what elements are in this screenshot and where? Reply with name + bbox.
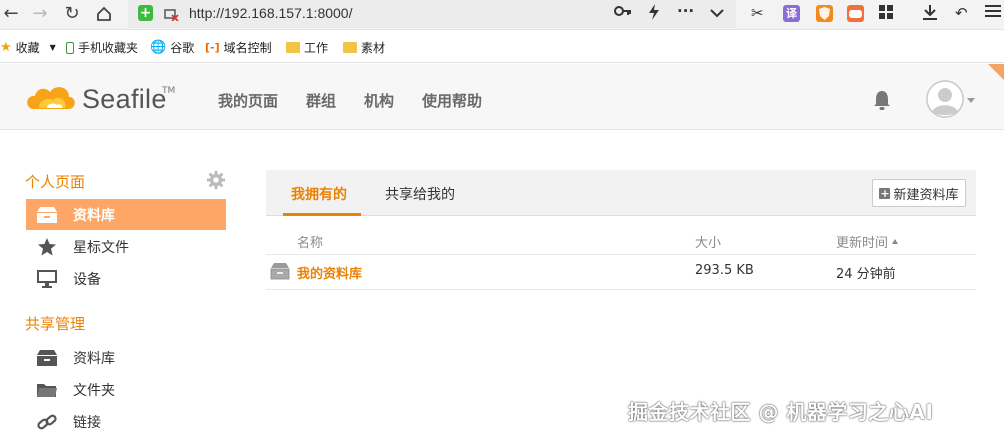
nav-my-page[interactable]: 我的页面: [218, 90, 278, 111]
bookmark-favorites[interactable]: ★ 收藏 ▼: [0, 39, 56, 56]
avatar-dropdown-icon[interactable]: [967, 98, 975, 103]
column-header-name[interactable]: 名称: [297, 232, 323, 251]
library-icon: [35, 348, 59, 368]
globe-icon: 🌐: [150, 40, 167, 55]
sidebar-item-devices[interactable]: 设备: [26, 263, 226, 294]
app-header: Seafile TM 我的页面 群组 机构 使用帮助: [0, 64, 1004, 130]
sidebar-item-starred[interactable]: 星标文件: [26, 231, 226, 262]
bookmark-google[interactable]: 🌐 谷歌: [150, 39, 194, 56]
bookmark-assets[interactable]: 素材: [343, 39, 385, 56]
sidebar-item-shared-folders[interactable]: 文件夹: [26, 374, 226, 405]
logo-trademark: TM: [162, 86, 176, 96]
bookmark-mobile[interactable]: 手机收藏夹: [66, 39, 138, 56]
key-icon[interactable]: [614, 4, 632, 22]
undo-icon[interactable]: ↶: [955, 4, 968, 22]
library-updated-time: 24 分钟前: [836, 267, 896, 282]
library-size: 293.5 KB: [695, 263, 754, 278]
sidebar-item-shared-libraries[interactable]: 资料库: [26, 342, 226, 373]
gamepad-extension-icon[interactable]: [847, 5, 864, 22]
library-icon: [270, 263, 290, 280]
folder-icon: [343, 42, 357, 53]
download-icon[interactable]: [922, 4, 938, 24]
star-icon: [35, 237, 59, 257]
plus-icon: +: [879, 186, 891, 200]
security-shield-icon[interactable]: +: [138, 5, 153, 21]
star-icon: ★: [0, 40, 12, 55]
gear-icon[interactable]: [207, 171, 225, 189]
column-header-size[interactable]: 大小: [695, 232, 721, 251]
corner-badge: [988, 64, 1004, 80]
bell-icon[interactable]: [872, 89, 892, 111]
avatar[interactable]: [926, 80, 964, 118]
folder-icon: [286, 42, 300, 53]
table-divider: [266, 254, 976, 255]
lightning-icon[interactable]: [648, 4, 660, 24]
scissors-icon[interactable]: ✂: [751, 4, 764, 22]
insecure-site-icon[interactable]: [163, 6, 179, 22]
dropdown-arrow-icon: ▼: [49, 43, 56, 52]
url-text[interactable]: http://192.168.157.1:8000/: [189, 5, 352, 21]
chevron-down-icon[interactable]: [710, 4, 724, 22]
nav-help[interactable]: 使用帮助: [422, 90, 482, 111]
logo-text: Seafile: [82, 84, 167, 114]
bookmark-work[interactable]: 工作: [286, 39, 328, 56]
watermark-text: 掘金技术社区 @ 机器学习之心AI: [628, 400, 934, 424]
column-header-updated[interactable]: 更新时间: [836, 232, 899, 251]
bookmark-domain[interactable]: [-] 域名控制: [205, 39, 272, 56]
browser-toolbar: ← → ↻ + http://192.168.157.1:8000/ ··· ✂…: [0, 0, 1004, 30]
active-tab-indicator: [283, 213, 361, 216]
personal-heading: 个人页面: [25, 173, 86, 191]
sidebar-item-libraries[interactable]: 资料库: [26, 199, 226, 230]
reload-icon[interactable]: ↻: [61, 3, 83, 25]
monitor-icon: [35, 269, 59, 289]
link-icon: [35, 412, 59, 432]
new-library-button[interactable]: + 新建资料库: [872, 179, 966, 207]
shield-extension-icon[interactable]: [816, 5, 833, 22]
library-icon: [35, 205, 59, 225]
home-icon[interactable]: [93, 3, 115, 25]
nav-organization[interactable]: 机构: [364, 90, 394, 111]
apps-grid-icon[interactable]: [878, 4, 894, 24]
bookmarks-bar: ★ 收藏 ▼ 手机收藏夹 🌐 谷歌 [-] 域名控制 工作 素材: [0, 31, 1004, 63]
folder-icon: [35, 380, 59, 400]
library-tabs-bar: [266, 170, 976, 216]
back-arrow-icon[interactable]: ←: [0, 3, 22, 25]
share-heading: 共享管理: [25, 315, 86, 333]
more-dots-icon[interactable]: ···: [677, 2, 694, 20]
seafile-logo-icon[interactable]: [25, 81, 77, 115]
sort-ascending-icon: [892, 239, 899, 244]
tab-mine[interactable]: 我拥有的: [291, 184, 347, 204]
forward-arrow-icon[interactable]: →: [29, 3, 51, 25]
translate-extension-icon[interactable]: 译: [783, 5, 800, 22]
tab-shared-with-me[interactable]: 共享给我的: [385, 184, 455, 204]
library-name-link[interactable]: 我的资料库: [297, 263, 362, 282]
sidebar-item-shared-links[interactable]: 链接: [26, 406, 226, 437]
nav-groups[interactable]: 群组: [306, 90, 336, 111]
table-divider: [266, 289, 976, 290]
menu-icon[interactable]: [985, 4, 1001, 22]
aliyun-icon: [-]: [205, 41, 220, 54]
phone-icon: [66, 41, 74, 54]
